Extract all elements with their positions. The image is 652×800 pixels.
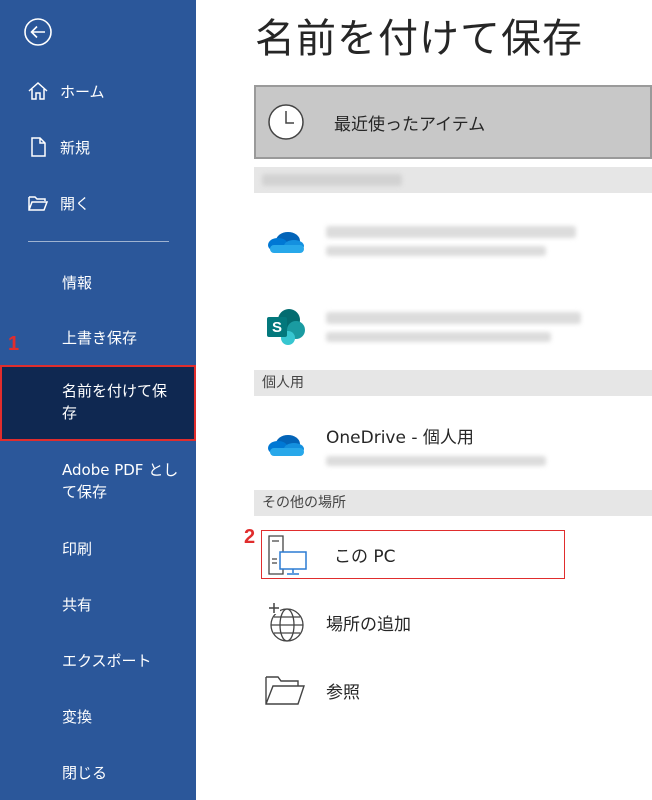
back-button[interactable] [22,16,54,48]
nav-export-label: エクスポート [62,651,152,670]
this-pc-label: この PC [334,547,396,567]
blurred-account-name [262,174,402,186]
nav-adobe-pdf-line1: Adobe PDF とし [62,461,179,479]
nav-transform[interactable]: 変換 [0,696,196,736]
nav-export[interactable]: エクスポート [0,640,196,680]
nav-save-label: 上書き保存 [62,328,138,347]
onedrive-personal-label: OneDrive - 個人用 [326,427,474,448]
nav-close[interactable]: 閉じる [0,752,196,792]
blurred-location-path [326,332,551,342]
nav-adobe-pdf-line2: て保存 [62,483,108,501]
backstage-sidebar: ホーム 新規 開く 情報 上書き保存 名前を付けて保 存 Adobe PDF と… [0,0,196,800]
nav-share[interactable]: 共有 [0,584,196,624]
new-document-icon [26,135,50,159]
page-title: 名前を付けて保存 [255,16,583,62]
location-this-pc[interactable]: この PC [261,530,565,579]
nav-adobe-pdf[interactable]: Adobe PDF とし て保存 [0,459,196,503]
add-place-label: 場所の追加 [326,614,411,635]
nav-save[interactable]: 上書き保存 [0,317,196,357]
sharepoint-icon: S [260,307,310,347]
blurred-email [326,455,546,466]
location-sharepoint[interactable]: S [254,298,652,356]
recent-items-label: 最近使ったアイテム [334,114,486,135]
nav-save-as[interactable]: 名前を付けて保 存 [2,367,194,439]
nav-info[interactable]: 情報 [0,262,196,302]
step-1-badge: 1 [8,333,20,355]
nav-new[interactable]: 新規 [0,127,196,167]
nav-open[interactable]: 開く [0,183,196,223]
nav-open-label: 開く [60,194,91,213]
nav-save-as-label-line1: 名前を付けて保 [62,382,168,400]
nav-transform-label: 変換 [62,707,93,726]
location-onedrive-business[interactable] [254,212,652,270]
nav-new-label: 新規 [60,138,91,157]
nav-print-label: 印刷 [62,539,93,558]
this-pc-icon [266,534,310,576]
recent-items-button[interactable]: 最近使ったアイテム [254,85,652,159]
folder-icon [260,673,310,707]
onedrive-cloud-icon [260,430,310,458]
nav-print[interactable]: 印刷 [0,528,196,568]
blurred-location-title [326,312,581,324]
back-arrow-icon [24,18,52,46]
location-add-place[interactable]: 場所の追加 [254,598,652,646]
svg-text:S: S [272,319,282,336]
browse-label: 参照 [326,682,360,703]
section-header-account [254,167,652,193]
onedrive-cloud-icon [260,227,310,255]
section-header-other: その他の場所 [254,490,652,516]
nav-home[interactable]: ホーム [0,71,196,111]
nav-share-label: 共有 [62,595,93,614]
step-2-badge: 2 [244,526,256,548]
blurred-location-path [326,246,546,256]
home-icon [26,79,50,103]
sidebar-divider [28,241,169,242]
clock-icon [266,102,306,142]
location-browse[interactable]: 参照 [254,666,652,714]
nav-home-label: ホーム [60,82,105,101]
nav-info-label: 情報 [62,273,93,292]
add-place-globe-icon [260,600,310,644]
nav-close-label: 閉じる [62,763,108,782]
section-header-personal: 個人用 [254,370,652,396]
folder-open-icon [26,191,50,215]
location-onedrive-personal[interactable]: OneDrive - 個人用 [254,415,652,473]
nav-save-as-label-line2: 存 [62,404,78,422]
blurred-location-title [326,226,576,238]
